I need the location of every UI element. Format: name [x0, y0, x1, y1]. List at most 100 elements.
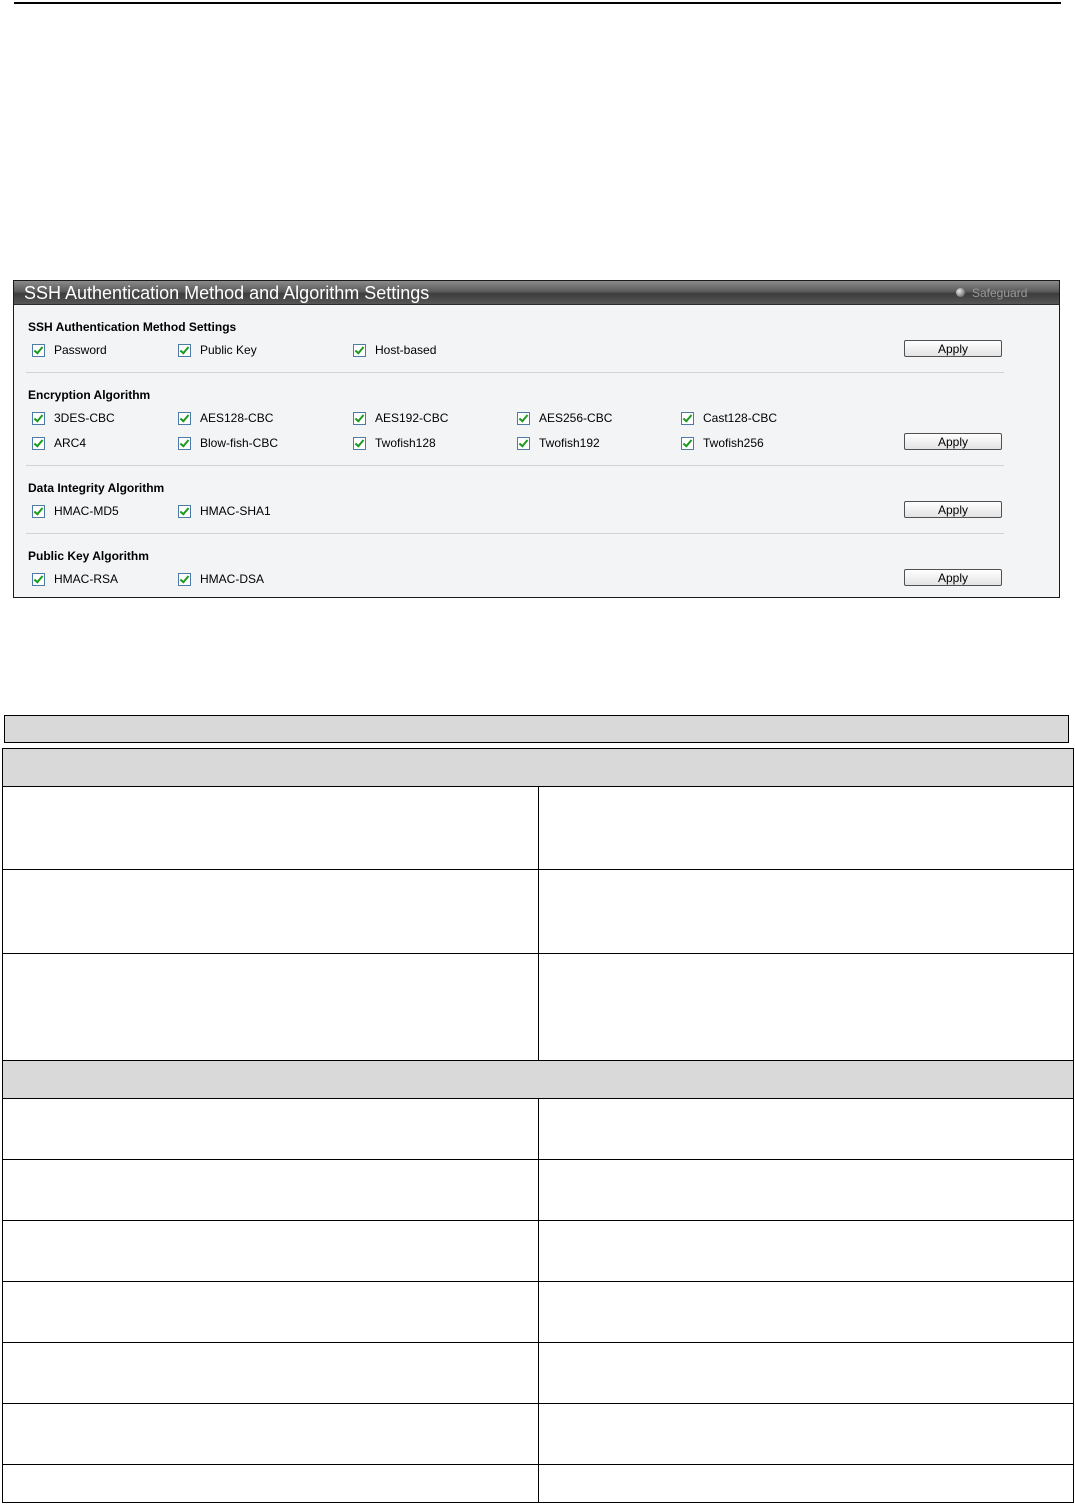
safeguard-icon — [956, 288, 965, 297]
checkbox-twofish192[interactable]: Twofish192 — [517, 436, 600, 450]
checkbox-hmac-md5-box[interactable] — [32, 504, 45, 518]
encryption-section-title: Encryption Algorithm — [28, 388, 151, 402]
checkbox-arc4-box[interactable] — [32, 436, 45, 450]
table-param-cell — [2, 953, 539, 1061]
table-row — [2, 869, 1074, 954]
checkbox-label: HMAC-MD5 — [54, 504, 119, 518]
checkbox-twofish192-box[interactable] — [517, 436, 530, 450]
checkbox-twofish128-box[interactable] — [353, 436, 366, 450]
data-integrity-section-title: Data Integrity Algorithm — [28, 481, 165, 495]
safeguard-label: Safeguard — [972, 286, 1028, 300]
checkbox-hmac-md5[interactable]: HMAC-MD5 — [32, 504, 119, 518]
checkbox-aes128-cbc[interactable]: AES128-CBC — [178, 411, 273, 425]
checkbox-password-box[interactable] — [32, 343, 45, 357]
page-top-rule — [14, 2, 1061, 4]
checkbox-label: AES256-CBC — [539, 411, 613, 425]
checkbox-label: 3DES-CBC — [54, 411, 115, 425]
table-desc-cell — [537, 1403, 1074, 1465]
checkbox-3des-cbc[interactable]: 3DES-CBC — [32, 411, 115, 425]
section-divider — [26, 465, 1004, 466]
checkbox-cast128-cbc[interactable]: Cast128-CBC — [681, 411, 777, 425]
checkbox-label: Blow-fish-CBC — [200, 436, 279, 450]
table-param-cell — [2, 869, 539, 954]
checkbox-blowfish-cbc[interactable]: Blow-fish-CBC — [178, 436, 278, 450]
table-row — [2, 1098, 1074, 1160]
checkbox-hmac-dsa-box[interactable] — [178, 572, 191, 586]
table-row — [2, 1220, 1074, 1282]
checkbox-aes256-cbc[interactable]: AES256-CBC — [517, 411, 612, 425]
checkbox-label: Public Key — [200, 343, 257, 357]
checkbox-label: ARC4 — [54, 436, 87, 450]
checkbox-label: HMAC-DSA — [200, 572, 265, 586]
table-param-cell — [2, 1159, 539, 1221]
public-key-apply-button[interactable]: Apply — [904, 569, 1002, 586]
table-param-cell — [2, 786, 539, 870]
checkbox-aes128-cbc-box[interactable] — [178, 411, 191, 425]
checkbox-hmac-dsa[interactable]: HMAC-DSA — [178, 572, 264, 586]
table-group-cell — [2, 1060, 1074, 1099]
checkbox-label: HMAC-RSA — [54, 572, 119, 586]
table-row — [2, 1342, 1074, 1404]
ssh-settings-panel: SSH Authentication Method and Algorithm … — [13, 280, 1060, 598]
panel-header: SSH Authentication Method and Algorithm … — [14, 281, 1059, 305]
table-desc-cell — [537, 869, 1074, 954]
checkbox-host-based[interactable]: Host-based — [353, 343, 436, 357]
table-desc-cell — [537, 953, 1074, 1061]
checkbox-host-based-box[interactable] — [353, 343, 366, 357]
table-row — [2, 1159, 1074, 1221]
checkbox-aes256-cbc-box[interactable] — [517, 411, 530, 425]
section-divider — [26, 372, 1004, 373]
public-key-section-title: Public Key Algorithm — [28, 549, 149, 563]
auth-method-apply-button[interactable]: Apply — [904, 340, 1002, 357]
table-row — [2, 953, 1074, 1061]
parameter-description-table — [2, 748, 1074, 1503]
checkbox-blowfish-cbc-box[interactable] — [178, 436, 191, 450]
checkbox-twofish256-box[interactable] — [681, 436, 694, 450]
table-row — [2, 1403, 1074, 1465]
checkbox-label: Password — [54, 343, 107, 357]
checkbox-label: Host-based — [375, 343, 437, 357]
table-group-row — [2, 748, 1074, 787]
checkbox-label: Twofish192 — [539, 436, 600, 450]
table-param-cell — [2, 1220, 539, 1282]
checkbox-hmac-rsa-box[interactable] — [32, 572, 45, 586]
checkbox-public-key[interactable]: Public Key — [178, 343, 257, 357]
table-desc-cell — [537, 1342, 1074, 1404]
checkbox-label: Twofish128 — [375, 436, 436, 450]
checkbox-cast128-cbc-box[interactable] — [681, 411, 694, 425]
checkbox-label: AES192-CBC — [375, 411, 449, 425]
table-param-cell — [2, 1098, 539, 1160]
checkbox-hmac-rsa[interactable]: HMAC-RSA — [32, 572, 118, 586]
checkbox-3des-cbc-box[interactable] — [32, 411, 45, 425]
table-desc-cell — [537, 1159, 1074, 1221]
checkbox-twofish256[interactable]: Twofish256 — [681, 436, 764, 450]
checkbox-twofish128[interactable]: Twofish128 — [353, 436, 436, 450]
data-integrity-apply-button[interactable]: Apply — [904, 501, 1002, 518]
table-row — [2, 1464, 1074, 1503]
checkbox-public-key-box[interactable] — [178, 343, 191, 357]
checkbox-hmac-sha1[interactable]: HMAC-SHA1 — [178, 504, 271, 518]
table-group-row — [2, 1060, 1074, 1099]
checkbox-hmac-sha1-box[interactable] — [178, 504, 191, 518]
checkbox-label: Cast128-CBC — [703, 411, 778, 425]
table-group-cell — [2, 748, 1074, 787]
checkbox-aes192-cbc-box[interactable] — [353, 411, 366, 425]
table-param-cell — [2, 1281, 539, 1343]
table-param-cell — [2, 1464, 539, 1503]
checkbox-label: HMAC-SHA1 — [200, 504, 271, 518]
checkbox-aes192-cbc[interactable]: AES192-CBC — [353, 411, 448, 425]
checkbox-password[interactable]: Password — [32, 343, 107, 357]
checkbox-label: Twofish256 — [703, 436, 764, 450]
checkbox-label: AES128-CBC — [200, 411, 274, 425]
section-divider — [26, 533, 1004, 534]
table-row — [2, 1281, 1074, 1343]
table-desc-cell — [537, 1281, 1074, 1343]
table-desc-cell — [537, 1220, 1074, 1282]
auth-method-section-title: SSH Authentication Method Settings — [28, 320, 237, 334]
table-desc-cell — [537, 1098, 1074, 1160]
panel-title: SSH Authentication Method and Algorithm … — [24, 283, 430, 303]
table-param-cell — [2, 1403, 539, 1465]
checkbox-arc4[interactable]: ARC4 — [32, 436, 86, 450]
encryption-apply-button[interactable]: Apply — [904, 433, 1002, 450]
table-param-cell — [2, 1342, 539, 1404]
